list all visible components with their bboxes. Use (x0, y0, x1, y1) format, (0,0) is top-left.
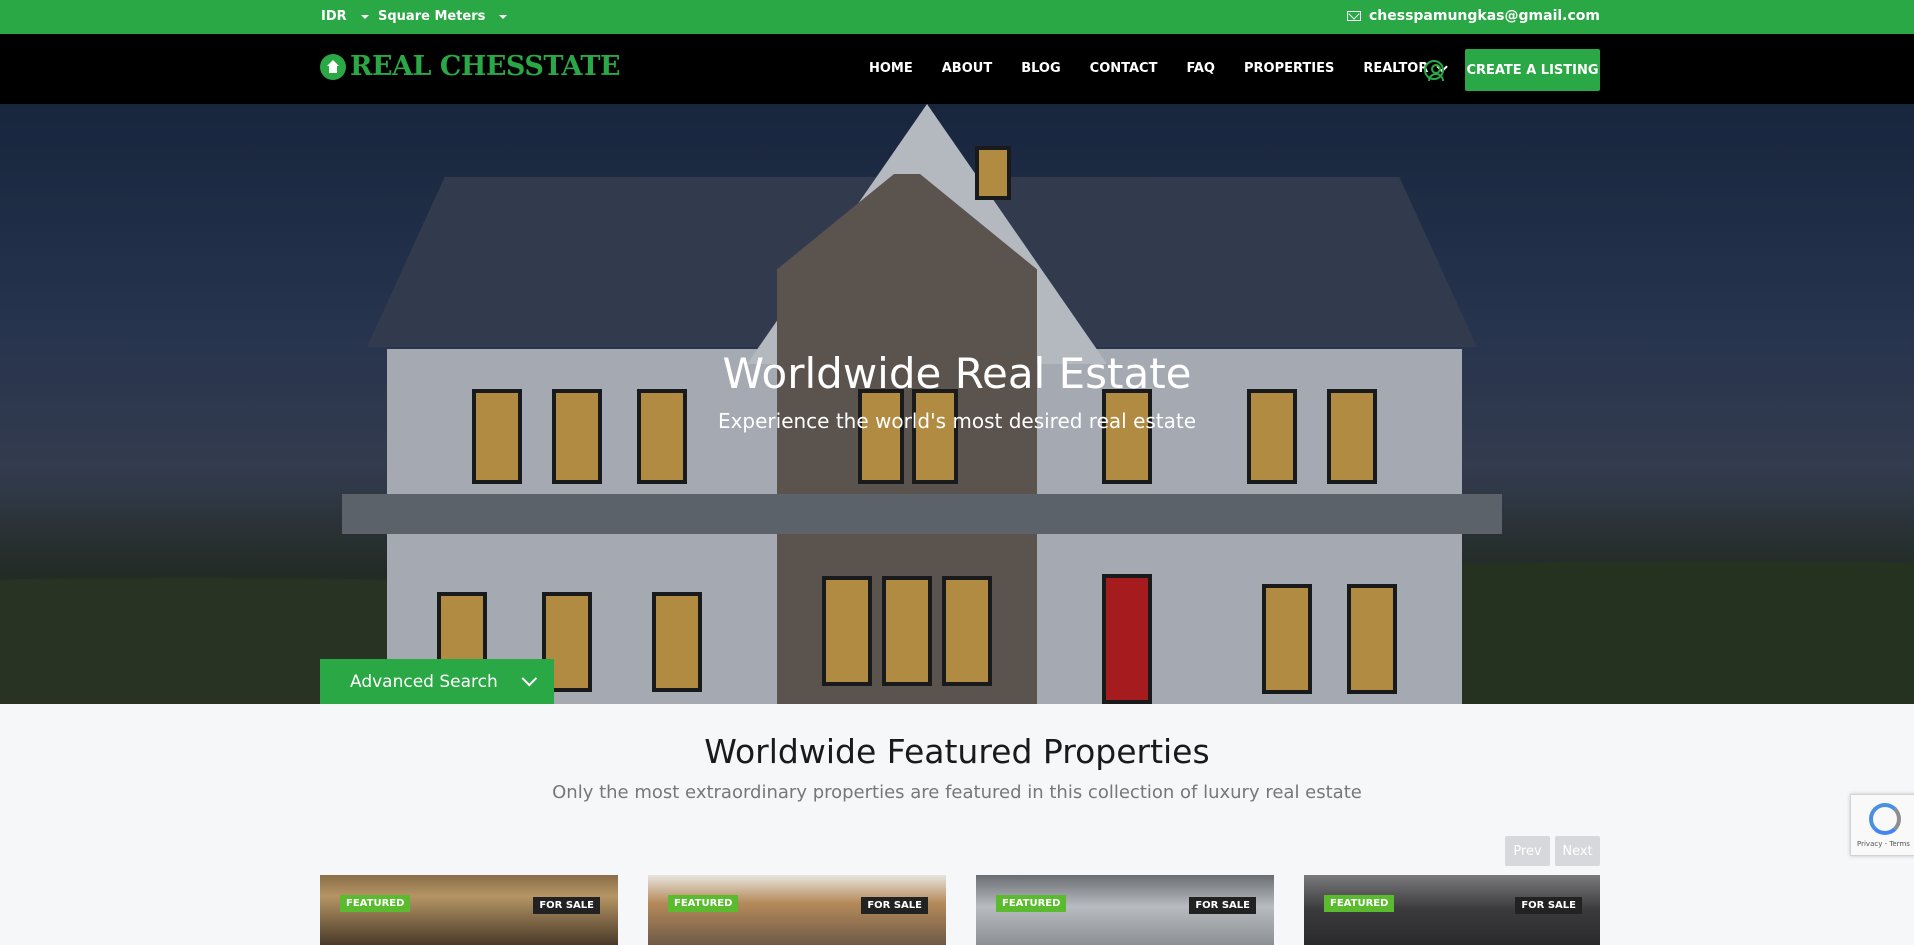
featured-badge: FEATURED (340, 895, 411, 912)
hero-banner: Worldwide Real Estate Experience the wor… (0, 104, 1914, 704)
hero-title: Worldwide Real Estate (722, 349, 1192, 398)
property-card[interactable]: FEATURED FOR SALE (976, 875, 1274, 945)
advanced-search-toggle[interactable]: Advanced Search (320, 659, 554, 704)
next-button[interactable]: Next (1555, 836, 1600, 866)
logo-text: REAL CHESSTATE (350, 51, 621, 82)
unit-selector[interactable]: Square Meters (378, 9, 508, 24)
hero-subtitle: Experience the world's most desired real… (717, 409, 1197, 433)
nav-contact[interactable]: CONTACT (1090, 61, 1158, 76)
property-card[interactable]: FEATURED FOR SALE (320, 875, 618, 945)
prev-button[interactable]: Prev (1505, 836, 1550, 866)
unit-label: Square Meters (378, 9, 486, 24)
featured-badge: FEATURED (996, 895, 1067, 912)
create-listing-button[interactable]: CREATE A LISTING (1465, 49, 1600, 91)
featured-badge: FEATURED (1324, 895, 1395, 912)
nav-about[interactable]: ABOUT (942, 61, 992, 76)
recaptcha-badge[interactable]: Privacy - Terms (1850, 794, 1914, 856)
nav-menu: HOME ABOUT BLOG CONTACT FAQ PROPERTIES R… (869, 60, 1473, 76)
main-navbar: REAL CHESSTATE HOME ABOUT BLOG CONTACT F… (0, 34, 1914, 104)
currency-selector[interactable]: IDR (321, 9, 369, 24)
nav-properties[interactable]: PROPERTIES (1244, 61, 1334, 76)
nav-blog[interactable]: BLOG (1021, 61, 1060, 76)
recaptcha-icon (1869, 803, 1901, 835)
chevron-down-icon (521, 670, 538, 687)
user-account-icon[interactable] (1424, 60, 1444, 81)
currency-label: IDR (321, 9, 347, 24)
featured-title: Worldwide Featured Properties (704, 732, 1210, 771)
nav-realtor-label: REALTOR (1363, 61, 1429, 76)
caret-down-icon (499, 14, 508, 19)
featured-badge: FEATURED (668, 895, 739, 912)
mail-icon (1346, 11, 1361, 21)
featured-subtitle: Only the most extraordinary properties a… (552, 782, 1362, 803)
caret-down-icon (360, 14, 369, 19)
property-card[interactable]: FEATURED FOR SALE (1304, 875, 1600, 945)
nav-home[interactable]: HOME (869, 61, 913, 76)
site-logo[interactable]: REAL CHESSTATE (320, 51, 621, 82)
property-card[interactable]: FEATURED FOR SALE (648, 875, 946, 945)
email-text: chesspamungkas@gmail.com (1368, 8, 1600, 24)
house-logo-icon (320, 53, 346, 80)
nav-faq[interactable]: FAQ (1186, 61, 1215, 76)
top-bar: IDR Square Meters chesspamungkas@gmail.c… (0, 0, 1914, 34)
advanced-search-label: Advanced Search (350, 671, 498, 692)
status-badge: FOR SALE (1515, 897, 1582, 914)
status-badge: FOR SALE (533, 897, 600, 914)
status-badge: FOR SALE (861, 897, 928, 914)
email-link[interactable]: chesspamungkas@gmail.com (1346, 8, 1600, 24)
recaptcha-links[interactable]: Privacy - Terms (1857, 840, 1910, 848)
status-badge: FOR SALE (1189, 897, 1256, 914)
